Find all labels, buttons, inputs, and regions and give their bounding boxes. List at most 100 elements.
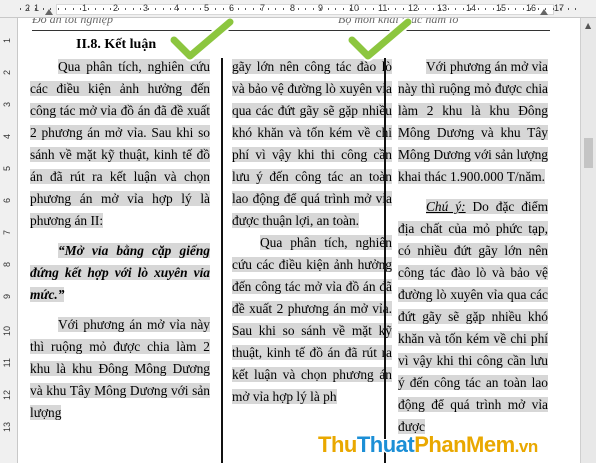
note-label: Chú ý: [426, 199, 466, 214]
ruler-label: 8 [2, 262, 12, 268]
paragraph: Với phương án mở vỉa này thì ruộng mỏ đư… [398, 59, 548, 184]
ruler-label: 13 [2, 422, 12, 433]
ruler-tick [57, 8, 59, 10]
ruler-tick [350, 8, 351, 10]
ruler-tick [455, 8, 456, 10]
ruler-tick [147, 8, 149, 10]
ruler-tick [290, 8, 291, 10]
ruler-label: 1 [2, 38, 12, 44]
ruler-tick [305, 8, 306, 10]
ruler-label: 4 [2, 134, 12, 140]
ruler-label: 15 [496, 3, 507, 13]
paragraph: Với phương án mở vỉa này thì ruộng mỏ đư… [30, 317, 210, 420]
ruler-tick [87, 8, 89, 10]
ruler-label: 5 [2, 166, 12, 172]
ruler-tick [95, 8, 96, 10]
paragraph: Qua phân tích, nghiên cứu các điều kiện … [232, 235, 392, 404]
ruler-tick [462, 8, 464, 10]
ruler-tick [245, 8, 246, 10]
ruler-tick [110, 8, 111, 10]
ruler-tick [500, 8, 501, 10]
ruler-tick [222, 8, 224, 10]
check-mark-icon [348, 18, 412, 62]
page-header[interactable]: Đồ án tốt nghiệp Bộ môn khai thác hầm lò [32, 18, 550, 31]
ruler-tick [372, 8, 374, 10]
ruler-tick [567, 8, 569, 10]
header-left-text: Đồ án tốt nghiệp [32, 18, 113, 26]
ruler-tick [65, 8, 66, 10]
ruler-tick [320, 8, 321, 10]
ruler-label: 6 [2, 198, 12, 204]
ruler-tick [102, 8, 104, 10]
text-column-1[interactable]: II.8. Kết luận Qua phân tích, nghiên cứu… [30, 34, 210, 424]
ruler-tick [200, 8, 201, 10]
watermark-part: PhanMem [414, 432, 515, 457]
ruler-tick [485, 8, 486, 10]
ruler-label: 3 [2, 102, 12, 108]
watermark-part: Thuat [356, 432, 415, 457]
scroll-up-icon[interactable]: ▲ [585, 21, 591, 30]
ruler-tick [80, 8, 81, 10]
ruler-tick [537, 8, 539, 10]
ruler-label: 16 [526, 3, 537, 13]
ruler-tick [27, 8, 29, 10]
ruler-tick [260, 8, 261, 10]
ruler-tick [230, 8, 231, 10]
ruler-tick [515, 8, 516, 10]
ruler-tick [20, 8, 21, 10]
column-separator [221, 58, 223, 463]
watermark-logo: ThuThuatPhanMem.vn [318, 432, 538, 458]
document-page[interactable]: Đồ án tốt nghiệp Bộ môn khai thác hầm lò… [18, 18, 580, 463]
vertical-ruler[interactable]: 1 2 3 4 5 6 7 8 9 10 11 12 13 [0, 18, 18, 463]
ruler-tick [162, 8, 164, 10]
ruler-tick [575, 8, 576, 10]
ruler-tick [170, 8, 171, 10]
ruler-tick [395, 8, 396, 10]
ruler-label: 12 [2, 390, 12, 401]
left-indent-marker[interactable] [45, 9, 53, 15]
paragraph: gãy lớn nên công tác đào lò và bảo vệ đư… [232, 59, 392, 228]
ruler-tick [252, 8, 254, 10]
column-separator [384, 58, 386, 463]
ruler-tick [335, 8, 336, 10]
ruler-tick [560, 8, 561, 10]
ruler-tick [132, 8, 134, 10]
ruler-tick [477, 8, 479, 10]
ruler-tick [545, 8, 546, 10]
ruler-tick [312, 8, 314, 10]
ruler-tick [522, 8, 524, 10]
ruler-tick [155, 8, 156, 10]
ruler-tick [215, 8, 216, 10]
ruler-label: 14 [466, 3, 477, 13]
ruler-tick [125, 8, 126, 10]
ruler-tick [185, 8, 186, 10]
ruler-tick [470, 8, 471, 10]
ruler-label: 11 [2, 358, 12, 368]
ruler-tick [447, 8, 449, 10]
ruler-tick [432, 8, 434, 10]
text-column-3[interactable]: Với phương án mở vỉa này thì ruộng mỏ đư… [398, 56, 549, 438]
right-indent-marker[interactable] [540, 9, 548, 15]
ruler-tick [440, 8, 441, 10]
ruler-tick [380, 8, 381, 10]
ruler-tick [507, 8, 509, 10]
text-column-2[interactable]: gãy lớn nên công tác đào lò và bảo vệ đư… [232, 56, 392, 408]
ruler-label: 17 [554, 3, 565, 13]
scrollbar-thumb[interactable] [584, 138, 593, 168]
vertical-scrollbar[interactable]: ▲ [580, 18, 596, 463]
ruler-tick [552, 8, 554, 10]
check-mark-icon [170, 18, 234, 62]
ruler-tick [42, 8, 44, 10]
ruler-tick [50, 8, 51, 10]
ruler-tick [327, 8, 329, 10]
horizontal-ruler[interactable]: 2 1 1 2 3 4 5 6 7 8 9 10 11 12 13 14 15 … [0, 0, 596, 18]
ruler-tick [365, 8, 366, 10]
ruler-tick [207, 8, 209, 10]
ruler-tick [72, 8, 74, 10]
ruler-tick [237, 8, 239, 10]
ruler-tick [35, 8, 36, 10]
ruler-tick [275, 8, 276, 10]
ruler-tick [530, 8, 531, 10]
quote-paragraph: “Mở vỉa bằng cặp giếng đứng kết hợp với … [30, 243, 210, 302]
watermark-part: Thu [318, 432, 357, 457]
